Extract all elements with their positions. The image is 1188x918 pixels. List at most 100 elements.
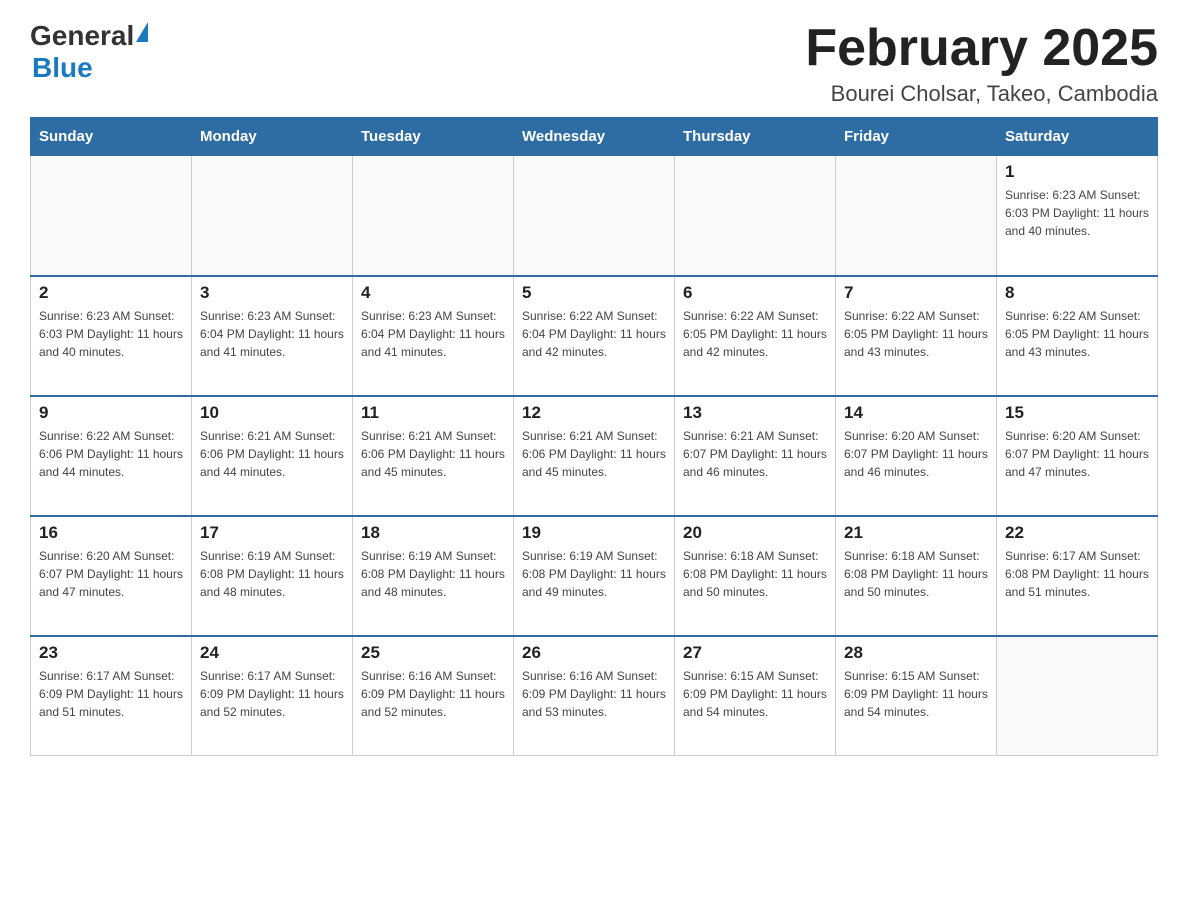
calendar-cell: 26Sunrise: 6:16 AM Sunset: 6:09 PM Dayli… (514, 636, 675, 756)
day-info: Sunrise: 6:19 AM Sunset: 6:08 PM Dayligh… (361, 547, 505, 601)
day-info: Sunrise: 6:23 AM Sunset: 6:03 PM Dayligh… (39, 307, 183, 361)
day-number: 15 (1005, 403, 1149, 423)
day-number: 13 (683, 403, 827, 423)
day-number: 27 (683, 643, 827, 663)
day-info: Sunrise: 6:21 AM Sunset: 6:06 PM Dayligh… (522, 427, 666, 481)
day-number: 17 (200, 523, 344, 543)
calendar-cell: 4 Sunrise: 6:23 AM Sunset: 6:04 PM Daylig… (353, 276, 514, 396)
col-header-saturday: Saturday (997, 118, 1158, 156)
calendar-cell: 21 Sunrise: 6:18 AM Sunset: 6:08 PM Dayli… (836, 516, 997, 636)
logo: General Blue (30, 20, 148, 84)
calendar-cell: 28 Sunrise: 6:15 AM Sunset: 6:09 PM Dayli… (836, 636, 997, 756)
day-info: Sunrise: 6:20 AM Sunset: 6:07 PM Dayligh… (844, 427, 988, 481)
logo-general-text: General (30, 20, 134, 52)
col-header-tuesday: Tuesday (353, 118, 514, 156)
day-number: 5 (522, 283, 666, 303)
calendar-cell: 17 Sunrise: 6:19 AM Sunset: 6:08 PM Dayli… (192, 516, 353, 636)
calendar-cell: 2Sunrise: 6:23 AM Sunset: 6:03 PM Daylig… (31, 276, 192, 396)
calendar-week-row: 16 Sunrise: 6:20 AM Sunset: 6:07 PM Dayli… (31, 516, 1158, 636)
calendar-cell: 10 Sunrise: 6:21 AM Sunset: 6:06 PM Dayli… (192, 396, 353, 516)
calendar-cell (514, 156, 675, 276)
day-info: Sunrise: 6:19 AM Sunset: 6:08 PM Dayligh… (522, 547, 666, 601)
calendar-cell: 5Sunrise: 6:22 AM Sunset: 6:04 PM Daylig… (514, 276, 675, 396)
day-info: Sunrise: 6:23 AM Sunset: 6:03 PM Dayligh… (1005, 186, 1149, 240)
day-number: 4 (361, 283, 505, 303)
day-info: Sunrise: 6:18 AM Sunset: 6:08 PM Dayligh… (683, 547, 827, 601)
calendar-cell: 24Sunrise: 6:17 AM Sunset: 6:09 PM Dayli… (192, 636, 353, 756)
calendar-cell (997, 636, 1158, 756)
col-header-thursday: Thursday (675, 118, 836, 156)
calendar-cell (31, 156, 192, 276)
calendar-cell: 15Sunrise: 6:20 AM Sunset: 6:07 PM Dayli… (997, 396, 1158, 516)
day-number: 18 (361, 523, 505, 543)
calendar-cell: 8 Sunrise: 6:22 AM Sunset: 6:05 PM Daylig… (997, 276, 1158, 396)
day-info: Sunrise: 6:15 AM Sunset: 6:09 PM Dayligh… (844, 667, 988, 721)
day-number: 10 (200, 403, 344, 423)
calendar-cell: 16 Sunrise: 6:20 AM Sunset: 6:07 PM Dayli… (31, 516, 192, 636)
calendar-week-row: 1 Sunrise: 6:23 AM Sunset: 6:03 PM Daylig… (31, 156, 1158, 276)
calendar-cell (836, 156, 997, 276)
calendar-cell: 18 Sunrise: 6:19 AM Sunset: 6:08 PM Dayli… (353, 516, 514, 636)
day-info: Sunrise: 6:22 AM Sunset: 6:05 PM Dayligh… (844, 307, 988, 361)
day-info: Sunrise: 6:22 AM Sunset: 6:05 PM Dayligh… (683, 307, 827, 361)
calendar-cell: 23 Sunrise: 6:17 AM Sunset: 6:09 PM Dayli… (31, 636, 192, 756)
calendar-cell: 3 Sunrise: 6:23 AM Sunset: 6:04 PM Daylig… (192, 276, 353, 396)
day-info: Sunrise: 6:21 AM Sunset: 6:07 PM Dayligh… (683, 427, 827, 481)
month-title: February 2025 (805, 20, 1158, 77)
day-info: Sunrise: 6:17 AM Sunset: 6:08 PM Dayligh… (1005, 547, 1149, 601)
calendar-cell: 12 Sunrise: 6:21 AM Sunset: 6:06 PM Dayli… (514, 396, 675, 516)
day-number: 22 (1005, 523, 1149, 543)
day-number: 1 (1005, 162, 1149, 182)
day-info: Sunrise: 6:16 AM Sunset: 6:09 PM Dayligh… (522, 667, 666, 721)
calendar-cell: 9 Sunrise: 6:22 AM Sunset: 6:06 PM Daylig… (31, 396, 192, 516)
calendar-cell: 6 Sunrise: 6:22 AM Sunset: 6:05 PM Daylig… (675, 276, 836, 396)
logo-triangle-icon (136, 22, 148, 42)
day-info: Sunrise: 6:21 AM Sunset: 6:06 PM Dayligh… (200, 427, 344, 481)
page-header: General Blue February 2025 Bourei Cholsa… (30, 20, 1158, 107)
title-section: February 2025 Bourei Cholsar, Takeo, Cam… (805, 20, 1158, 107)
day-info: Sunrise: 6:23 AM Sunset: 6:04 PM Dayligh… (361, 307, 505, 361)
col-header-sunday: Sunday (31, 118, 192, 156)
day-info: Sunrise: 6:23 AM Sunset: 6:04 PM Dayligh… (200, 307, 344, 361)
location-subtitle: Bourei Cholsar, Takeo, Cambodia (805, 81, 1158, 107)
calendar-week-row: 23 Sunrise: 6:17 AM Sunset: 6:09 PM Dayli… (31, 636, 1158, 756)
calendar-cell: 22 Sunrise: 6:17 AM Sunset: 6:08 PM Dayli… (997, 516, 1158, 636)
calendar-cell (353, 156, 514, 276)
day-info: Sunrise: 6:16 AM Sunset: 6:09 PM Dayligh… (361, 667, 505, 721)
calendar-cell: 13 Sunrise: 6:21 AM Sunset: 6:07 PM Dayli… (675, 396, 836, 516)
calendar-cell: 1 Sunrise: 6:23 AM Sunset: 6:03 PM Daylig… (997, 156, 1158, 276)
day-number: 11 (361, 403, 505, 423)
calendar-header-row: SundayMondayTuesdayWednesdayThursdayFrid… (31, 118, 1158, 156)
day-number: 28 (844, 643, 988, 663)
calendar-table: SundayMondayTuesdayWednesdayThursdayFrid… (30, 117, 1158, 756)
calendar-week-row: 9 Sunrise: 6:22 AM Sunset: 6:06 PM Daylig… (31, 396, 1158, 516)
day-number: 9 (39, 403, 183, 423)
day-info: Sunrise: 6:21 AM Sunset: 6:06 PM Dayligh… (361, 427, 505, 481)
day-info: Sunrise: 6:19 AM Sunset: 6:08 PM Dayligh… (200, 547, 344, 601)
col-header-friday: Friday (836, 118, 997, 156)
calendar-cell (192, 156, 353, 276)
day-number: 25 (361, 643, 505, 663)
calendar-cell: 7 Sunrise: 6:22 AM Sunset: 6:05 PM Daylig… (836, 276, 997, 396)
day-info: Sunrise: 6:22 AM Sunset: 6:05 PM Dayligh… (1005, 307, 1149, 361)
col-header-wednesday: Wednesday (514, 118, 675, 156)
day-info: Sunrise: 6:22 AM Sunset: 6:06 PM Dayligh… (39, 427, 183, 481)
day-info: Sunrise: 6:20 AM Sunset: 6:07 PM Dayligh… (39, 547, 183, 601)
day-number: 3 (200, 283, 344, 303)
day-number: 8 (1005, 283, 1149, 303)
day-number: 19 (522, 523, 666, 543)
day-number: 24 (200, 643, 344, 663)
day-number: 12 (522, 403, 666, 423)
calendar-cell: 11 Sunrise: 6:21 AM Sunset: 6:06 PM Dayli… (353, 396, 514, 516)
day-number: 21 (844, 523, 988, 543)
day-number: 6 (683, 283, 827, 303)
day-number: 7 (844, 283, 988, 303)
day-info: Sunrise: 6:15 AM Sunset: 6:09 PM Dayligh… (683, 667, 827, 721)
day-number: 14 (844, 403, 988, 423)
col-header-monday: Monday (192, 118, 353, 156)
day-info: Sunrise: 6:17 AM Sunset: 6:09 PM Dayligh… (39, 667, 183, 721)
day-number: 16 (39, 523, 183, 543)
day-number: 23 (39, 643, 183, 663)
calendar-cell: 25 Sunrise: 6:16 AM Sunset: 6:09 PM Dayli… (353, 636, 514, 756)
day-info: Sunrise: 6:18 AM Sunset: 6:08 PM Dayligh… (844, 547, 988, 601)
